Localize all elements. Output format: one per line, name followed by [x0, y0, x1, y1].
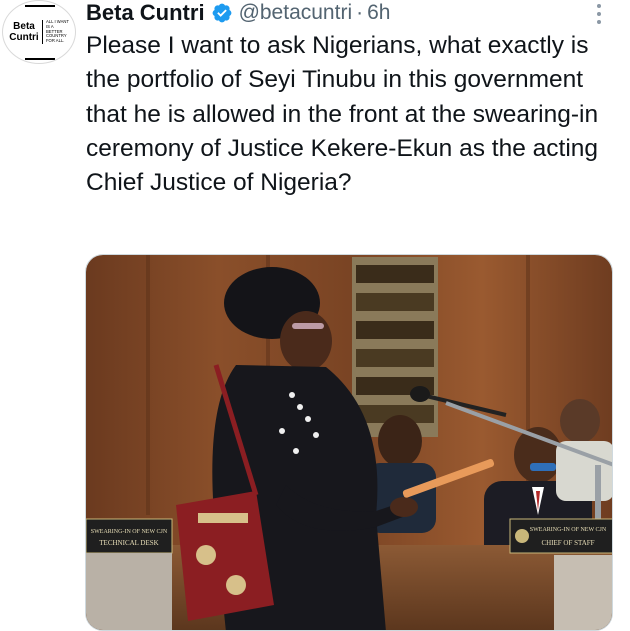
- sign-chief-of-staff: SWEARING-IN OF NEW CJN CHIEF OF STAFF: [509, 518, 612, 554]
- timestamp[interactable]: 6h: [367, 1, 390, 25]
- more-options-icon[interactable]: [592, 2, 606, 26]
- sign-left-line2: TECHNICAL DESK: [99, 539, 158, 547]
- wall-tapestry: [352, 257, 438, 437]
- tweet-header: Beta Cuntri @betacuntri · 6h: [86, 0, 390, 26]
- verified-badge-icon: [211, 2, 233, 24]
- logo-bar-bottom: [25, 58, 55, 60]
- logo-divider: [42, 20, 43, 44]
- sign-left-line1: SWEARING-IN OF NEW CJN: [91, 529, 168, 535]
- tweet-media-image[interactable]: SWEARING-IN OF NEW CJN TECHNICAL DESK SW…: [85, 254, 613, 631]
- sign-right-line1: SWEARING-IN OF NEW CJN: [530, 527, 607, 533]
- tweet-text: Please I want to ask Nigerians, what exa…: [86, 32, 599, 197]
- handle[interactable]: @betacuntri: [239, 1, 353, 25]
- avatar-logo: Beta Cuntri All I want is a better count…: [9, 19, 71, 45]
- sign-right-line2: CHIEF OF STAFF: [541, 539, 594, 547]
- logo-bar-top: [25, 5, 55, 7]
- avatar[interactable]: Beta Cuntri All I want is a better count…: [2, 0, 76, 64]
- logo-word: Beta Cuntri: [9, 21, 39, 43]
- sign-technical-desk: SWEARING-IN OF NEW CJN TECHNICAL DESK: [86, 518, 173, 554]
- tweet: Beta Cuntri All I want is a better count…: [0, 0, 630, 631]
- separator-dot: ·: [356, 1, 364, 24]
- display-name[interactable]: Beta Cuntri: [86, 0, 205, 26]
- logo-motto: All I want is a better country for all.: [46, 19, 69, 44]
